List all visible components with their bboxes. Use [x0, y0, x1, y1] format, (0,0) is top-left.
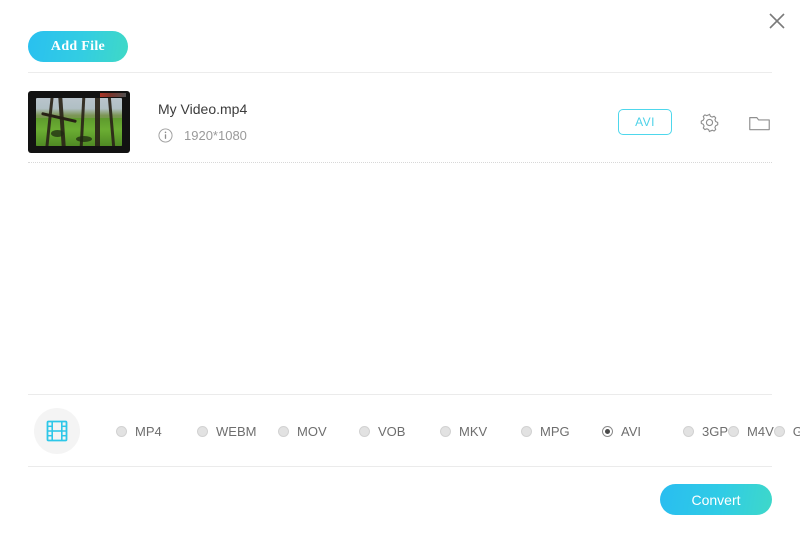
gear-icon [700, 113, 718, 132]
folder-icon [748, 116, 770, 130]
output-format-button[interactable]: AVI [618, 109, 672, 135]
radio-icon[interactable] [602, 425, 613, 437]
format-option-label: MOV [297, 423, 327, 439]
radio-icon[interactable] [521, 425, 532, 437]
format-option-vob[interactable]: VOB [359, 424, 440, 439]
radio-icon[interactable] [683, 425, 694, 437]
format-option-mov[interactable]: MOV [278, 424, 359, 439]
radio-icon[interactable] [116, 425, 127, 437]
thumbnail-shrub [76, 135, 93, 142]
file-resolution-label: 1920*1080 [184, 128, 247, 143]
close-window-button[interactable] [760, 4, 794, 38]
video-thumbnail[interactable] [28, 91, 130, 153]
file-list-row[interactable]: My Video.mp4 1920*1080 AVI [28, 84, 772, 160]
convert-container: Convert [660, 484, 772, 515]
thumbnail-image [36, 98, 122, 146]
format-option-mp4[interactable]: MP4 [116, 424, 197, 439]
format-option-label: MKV [459, 423, 488, 439]
format-option-3gp[interactable]: 3GP [683, 424, 728, 439]
radio-icon[interactable] [359, 425, 370, 437]
file-name-label: My Video.mp4 [158, 101, 248, 117]
convert-button[interactable]: Convert [660, 484, 772, 515]
file-settings-button[interactable] [696, 109, 722, 135]
radio-icon[interactable] [773, 425, 785, 437]
add-file-button[interactable]: Add File [28, 31, 128, 62]
format-option-label: 3GP [702, 423, 729, 439]
close-icon [769, 13, 785, 29]
format-option-gif[interactable]: GIF [773, 423, 800, 439]
file-action-group: AVI [618, 109, 772, 135]
divider-file-row [28, 162, 772, 163]
open-folder-button[interactable] [746, 109, 772, 135]
divider-footer [28, 466, 772, 467]
thumbnail-tree [95, 98, 101, 146]
format-option-label: MP4 [135, 423, 162, 439]
format-option-label: AVI [621, 423, 641, 439]
film-strip-icon [46, 420, 68, 442]
format-option-m4v[interactable]: M4V [728, 424, 774, 439]
radio-icon[interactable] [728, 425, 740, 437]
divider-top [28, 72, 772, 73]
divider-format-top [28, 394, 772, 395]
thumbnail-watermark [100, 93, 126, 97]
format-option-label: M4V [747, 423, 774, 439]
format-option-label: WEBM [216, 423, 257, 439]
format-option-mkv[interactable]: MKV [440, 424, 521, 439]
info-icon[interactable] [158, 128, 173, 143]
format-option-avi[interactable]: AVI [602, 424, 683, 439]
format-option-label: GIF [792, 423, 800, 439]
radio-icon[interactable] [278, 425, 289, 437]
add-file-container: Add File [28, 31, 128, 62]
format-option-label: VOB [378, 423, 406, 439]
file-detail-row: 1920*1080 [158, 128, 618, 143]
video-formats-button[interactable] [34, 408, 80, 454]
format-options-grid: MP4WEBMMOVVOBMKVMPGAVI3GPM4VGIFFLVYouTub… [116, 420, 800, 442]
radio-icon[interactable] [440, 425, 451, 437]
format-option-webm[interactable]: WEBM [197, 424, 278, 439]
radio-icon[interactable] [197, 425, 208, 437]
format-option-mpg[interactable]: MPG [521, 424, 602, 439]
file-info: My Video.mp4 1920*1080 [158, 101, 618, 143]
format-option-label: MPG [540, 423, 570, 439]
format-selector-bar: MP4WEBMMOVVOBMKVMPGAVI3GPM4VGIFFLVYouTub… [28, 398, 800, 464]
